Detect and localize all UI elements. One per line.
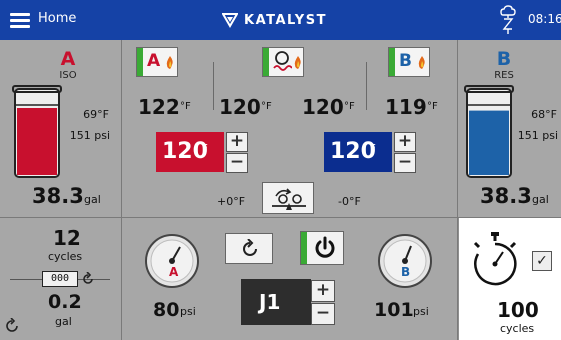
brand-name: KATALYST [244,12,327,28]
reset-icon [243,239,257,256]
tank-a-gallons-unit: gal [84,193,101,206]
setpoint-a-increase-button[interactable]: + [226,132,248,152]
app-screen: Home KATALYST 08:16 A ISO 69°F 151 psi 3… [0,0,561,340]
setpoint-a-unit: F [202,143,208,154]
heater-a-temp: 122 [138,95,180,119]
pressure-b-unit: psi [413,305,429,318]
cycle-count-label: cycles [48,250,83,263]
tank-b-drum[interactable] [464,83,514,181]
setpoint-b-increase-button[interactable]: + [394,132,416,152]
cycle-timer-panel: ✓ 100 cycles [459,218,561,340]
pressure-gauge-a [145,234,199,288]
panel-divider [121,40,122,340]
hose-b-temp-unit: °F [344,101,355,112]
tank-b-gallons: 38.3 [480,184,532,208]
heater-b-temp-unit: °F [427,101,438,112]
timer-cycle-unit: cycles [500,322,535,335]
tank-b-temperature: 68°F [531,108,557,121]
setpoint-b-offset: -0°F [338,195,361,208]
job-selector[interactable]: J1 [241,279,311,325]
heater-a-temp-unit: °F [180,101,191,112]
job-decrease-button[interactable]: − [311,303,335,325]
pressure-a-unit: psi [180,305,196,318]
hose-b-temp: 120 [302,95,344,119]
cycle-count: 12 [53,226,81,250]
tank-a-fill [17,108,57,175]
home-label[interactable]: Home [38,11,76,26]
temperature-balance-icon [272,188,306,210]
timer-cycle-value: 100 [497,298,539,322]
heater-b-temp: 119 [385,95,427,119]
setpoint-b-display[interactable]: 120 F [324,132,392,172]
pressure-gauge-b [378,234,432,288]
hose-a-temp: 120 [219,95,261,119]
tank-a-pressure: 151 psi [69,129,110,142]
tank-a-panel: A ISO 69°F 151 psi 38.3 gal [0,40,121,217]
heater-connector-line [213,62,214,110]
heaters-panel: A B 122 °F 120 °F 120 °F 119 °F 120 F + … [122,40,457,217]
counter-reset-button[interactable]: 000 [42,271,96,287]
tank-b-panel: B RES 68°F 151 psi 38.3 gal [458,40,561,217]
setpoint-a-decrease-button[interactable]: − [226,153,248,173]
heater-b-toggle[interactable]: B [388,47,430,77]
dispensed-gallons: 0.2 [48,291,82,313]
stopwatch-icon[interactable] [466,230,524,290]
power-button[interactable] [300,231,344,265]
pressure-b-value: 101 [374,299,414,321]
katalyst-logo-icon [222,13,238,28]
hamburger-menu-icon[interactable] [10,13,30,28]
gauge-a-letter: A [169,265,179,279]
heater-b-label: B [399,51,412,71]
dispensed-gallons-unit: gal [55,315,72,328]
timer-enable-checkbox[interactable]: ✓ [532,251,552,271]
setpoint-a-offset: +0°F [217,195,246,208]
tank-b-gallons-unit: gal [532,193,549,206]
cloud-antenna-icon[interactable] [499,5,517,35]
heater-a-status-bar [137,48,143,76]
flame-icon [294,56,301,69]
job-label: J1 [259,290,281,314]
temperature-balance-button[interactable] [262,182,314,214]
job-increase-button[interactable]: + [311,280,335,302]
setpoint-b-unit: F [370,143,376,154]
tank-a-letter: A [60,48,76,70]
heater-connector-line [366,62,367,110]
hose-heater-toggle[interactable] [262,47,304,77]
hose-a-temp-unit: °F [261,101,272,112]
panel-divider [457,40,458,340]
gallons-reset-icon[interactable] [4,318,20,334]
tank-b-fill [469,110,509,175]
tank-b-subtitle: RES [494,70,514,81]
setpoint-b-decrease-button[interactable]: − [394,153,416,173]
hose-heater-status-bar [263,48,269,76]
clock: 08:16 [528,12,561,26]
power-status-bar [301,232,307,264]
brand-logo: KATALYST [222,9,327,31]
heater-a-toggle[interactable]: A [136,47,178,77]
counter-reset-icon [83,272,93,284]
tank-a-gallons: 38.3 [32,184,84,208]
tank-b-letter: B [496,48,512,70]
pressure-a-value: 80 [153,299,180,321]
panel-divider [0,217,561,218]
flame-icon [166,56,173,69]
tank-a-temperature: 69°F [83,108,109,121]
counter-digits: 000 [42,271,78,287]
heater-b-status-bar [389,48,395,76]
hose-heater-icon [273,51,292,71]
reset-button[interactable] [225,233,273,264]
heater-a-label: A [147,51,161,71]
setpoint-a-display[interactable]: 120 F [156,132,224,172]
tank-a-subtitle: ISO [59,70,77,81]
gauge-b-letter: B [401,265,411,279]
power-icon [315,236,335,258]
tank-b-pressure: 151 psi [517,129,558,142]
top-bar: Home KATALYST 08:16 [0,0,561,40]
tank-a-drum[interactable] [12,83,62,181]
flame-icon [418,56,425,69]
